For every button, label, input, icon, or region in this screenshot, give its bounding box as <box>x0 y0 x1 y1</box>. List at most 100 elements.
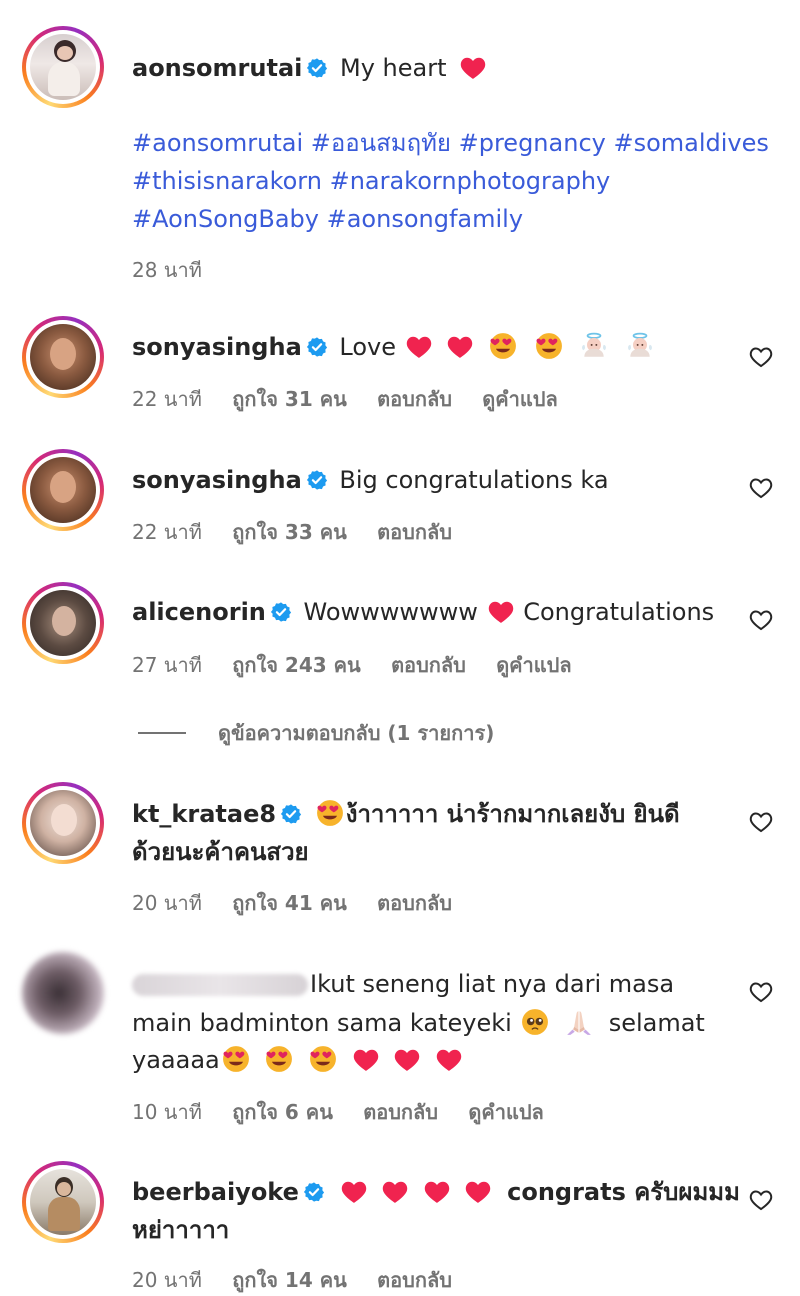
timestamp: 20 นาที <box>132 891 202 915</box>
comment-meta: 27 นาที ถูกใจ 243 คน ตอบกลับ ดูคำแปล <box>132 649 596 681</box>
comment-text-line: alicenorin Wowwwwwww Congratulations <box>132 593 714 631</box>
reply-button[interactable]: ตอบกลับ <box>377 520 452 544</box>
red-heart-icon <box>436 1048 462 1072</box>
likes-count[interactable]: ถูกใจ 6 คน <box>232 1100 333 1124</box>
red-heart-icon <box>424 1180 450 1204</box>
username[interactable]: sonyasingha <box>132 466 302 494</box>
comment-meta: 20 นาที ถูกใจ 14 คน ตอบกลับ <box>132 1264 476 1296</box>
view-replies-button[interactable]: ดูข้อความตอบกลับ (1 รายการ) <box>138 718 494 748</box>
baby-angel-icon <box>626 332 654 360</box>
view-replies-label: ดูข้อความตอบกลับ (1 รายการ) <box>218 721 495 745</box>
timestamp: 10 นาที <box>132 1100 202 1124</box>
comment-text-line: sonyasingha Big congratulations ka <box>132 461 609 499</box>
avatar[interactable] <box>22 1161 104 1243</box>
avatar[interactable] <box>22 782 104 864</box>
likes-count[interactable]: ถูกใจ 33 คน <box>232 520 347 544</box>
heart-eyes-icon <box>309 1045 337 1073</box>
heart-eyes-icon <box>222 1045 250 1073</box>
likes-count[interactable]: ถูกใจ 243 คน <box>232 653 360 677</box>
timestamp: 28 นาที <box>132 258 202 282</box>
red-heart-icon <box>406 335 432 359</box>
post-caption: aonsomrutai My heart #aonsomrutai #ออนสม… <box>0 0 800 300</box>
comment-text: Ikut seneng liat nya dari masa <box>310 970 675 998</box>
folded-hands-icon <box>565 1008 593 1036</box>
heart-outline-icon[interactable] <box>749 811 773 833</box>
comment-text-line-2: ด้วยนะค้าคนสวย <box>132 838 309 866</box>
comment-meta: 22 นาที ถูกใจ 33 คน ตอบกลับ <box>132 516 476 548</box>
timestamp: 20 นาที <box>132 1268 202 1292</box>
avatar[interactable] <box>22 26 104 108</box>
avatar[interactable] <box>22 449 104 531</box>
translate-button[interactable]: ดูคำแปล <box>482 387 557 411</box>
heart-outline-icon[interactable] <box>749 981 773 1003</box>
red-heart-icon <box>465 1180 491 1204</box>
reply-button[interactable]: ตอบกลับ <box>363 1100 438 1124</box>
heart-outline-icon[interactable] <box>749 346 773 368</box>
post-meta: 28 นาที <box>132 254 226 286</box>
verified-badge-icon <box>280 803 302 825</box>
reply-button[interactable]: ตอบกลับ <box>377 1268 452 1292</box>
red-heart-icon <box>394 1048 420 1072</box>
avatar[interactable] <box>22 952 104 1034</box>
heart-outline-icon[interactable] <box>749 477 773 499</box>
reply-button[interactable]: ตอบกลับ <box>377 891 452 915</box>
comment-text-line: sonyasingha Love <box>132 328 656 366</box>
comment-text: selamat <box>608 1009 705 1037</box>
heart-outline-icon[interactable] <box>749 609 773 631</box>
comment-text: main badminton sama kateyeki <box>132 1009 512 1037</box>
heart-eyes-icon <box>265 1045 293 1073</box>
comment-text: Wowwwwwww <box>303 598 478 626</box>
verified-badge-icon <box>306 469 328 491</box>
verified-badge-icon <box>306 336 328 358</box>
hashtag-line-3[interactable]: #AonSongBaby #aonsongfamily <box>132 200 523 238</box>
comment-meta: 20 นาที ถูกใจ 41 คน ตอบกลับ <box>132 887 476 919</box>
likes-count[interactable]: ถูกใจ 41 คน <box>232 891 347 915</box>
verified-badge-icon <box>303 1181 325 1203</box>
translate-button[interactable]: ดูคำแปล <box>496 653 571 677</box>
timestamp: 22 นาที <box>132 520 202 544</box>
username[interactable]: sonyasingha <box>132 333 302 361</box>
red-heart-icon <box>488 600 514 624</box>
comment-meta: 10 นาที ถูกใจ 6 คน ตอบกลับ ดูคำแปล <box>132 1096 568 1128</box>
comment-meta: 22 นาที ถูกใจ 31 คน ตอบกลับ ดูคำแปล <box>132 383 582 415</box>
blurred-username[interactable] <box>132 974 308 996</box>
timestamp: 27 นาที <box>132 653 202 677</box>
translate-button[interactable]: ดูคำแปล <box>468 1100 543 1124</box>
red-heart-icon <box>353 1048 379 1072</box>
verified-badge-icon <box>270 601 292 623</box>
comment-text-line-3: yaaaaa <box>132 1041 464 1079</box>
comment-text-line: beerbaiyoke congrats ครับผมมม <box>132 1173 740 1211</box>
username[interactable]: beerbaiyoke <box>132 1178 299 1206</box>
heart-eyes-icon <box>535 332 563 360</box>
verified-badge-icon <box>306 57 328 79</box>
red-heart-icon <box>460 56 486 80</box>
comment-text: congrats ครับผมมม <box>507 1178 740 1206</box>
comment-text: yaaaaa <box>132 1046 220 1074</box>
heart-eyes-icon <box>489 332 517 360</box>
reply-button[interactable]: ตอบกลับ <box>391 653 466 677</box>
red-heart-icon <box>341 1180 367 1204</box>
comment-text: ง้าาาาาา น่าร้ากมากเลยงับ ยินดี <box>345 800 680 828</box>
reply-button[interactable]: ตอบกลับ <box>377 387 452 411</box>
caption-text: My heart <box>340 54 447 82</box>
timestamp: 22 นาที <box>132 387 202 411</box>
comment-text-line: Ikut seneng liat nya dari masa <box>132 965 674 1003</box>
divider <box>138 732 186 734</box>
avatar[interactable] <box>22 316 104 398</box>
heart-eyes-icon <box>316 799 344 827</box>
comment-text-line-2: หย่าาาาา <box>132 1216 230 1244</box>
heart-outline-icon[interactable] <box>749 1189 773 1211</box>
likes-count[interactable]: ถูกใจ 31 คน <box>232 387 347 411</box>
comment-text: Love <box>339 333 397 361</box>
caption-line: aonsomrutai My heart <box>132 49 488 87</box>
username[interactable]: alicenorin <box>132 598 266 626</box>
comment-text-line-2: main badminton sama kateyeki selamat <box>132 1004 705 1042</box>
username[interactable]: aonsomrutai <box>132 54 302 82</box>
comment-text-line: kt_kratae8 ง้าาาาาา น่าร้ากมากเลยงับ ยิน… <box>132 795 680 833</box>
hashtag-line-1[interactable]: #aonsomrutai #ออนสมฤทัย #pregnancy #soma… <box>132 124 769 162</box>
username[interactable]: kt_kratae8 <box>132 800 276 828</box>
avatar[interactable] <box>22 582 104 664</box>
likes-count[interactable]: ถูกใจ 14 คน <box>232 1268 347 1292</box>
hashtag-line-2[interactable]: #thisisnarakorn #narakornphotography <box>132 162 610 200</box>
baby-angel-icon <box>580 332 608 360</box>
